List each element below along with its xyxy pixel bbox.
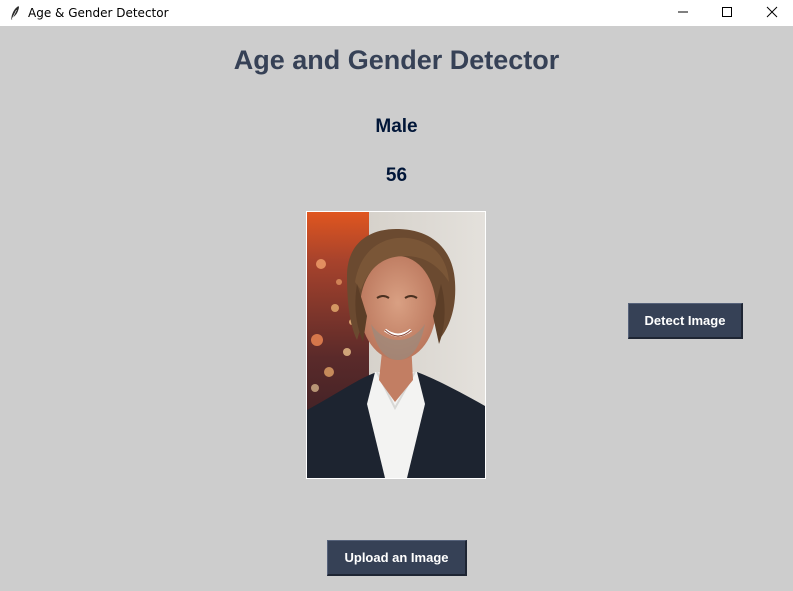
maximize-button[interactable]: [704, 0, 750, 24]
app-window: Age & Gender Detector Age and Gender Det…: [0, 0, 793, 591]
age-result-label: 56: [385, 165, 408, 186]
page-title: Age and Gender Detector: [233, 45, 560, 75]
close-icon: [766, 6, 778, 18]
uploaded-photo: [306, 211, 486, 479]
upload-image-button[interactable]: Upload an Image: [327, 540, 467, 576]
detect-image-button[interactable]: Detect Image: [628, 303, 743, 339]
window-title: Age & Gender Detector: [28, 6, 169, 20]
feather-icon: [3, 1, 27, 25]
minimize-button[interactable]: [660, 0, 706, 24]
maximize-icon: [722, 7, 732, 17]
gender-result-label: Male: [375, 116, 418, 137]
minimize-icon: [678, 11, 688, 13]
title-bar[interactable]: Age & Gender Detector: [0, 0, 793, 26]
portrait-image: [307, 212, 485, 478]
close-button[interactable]: [749, 0, 793, 24]
